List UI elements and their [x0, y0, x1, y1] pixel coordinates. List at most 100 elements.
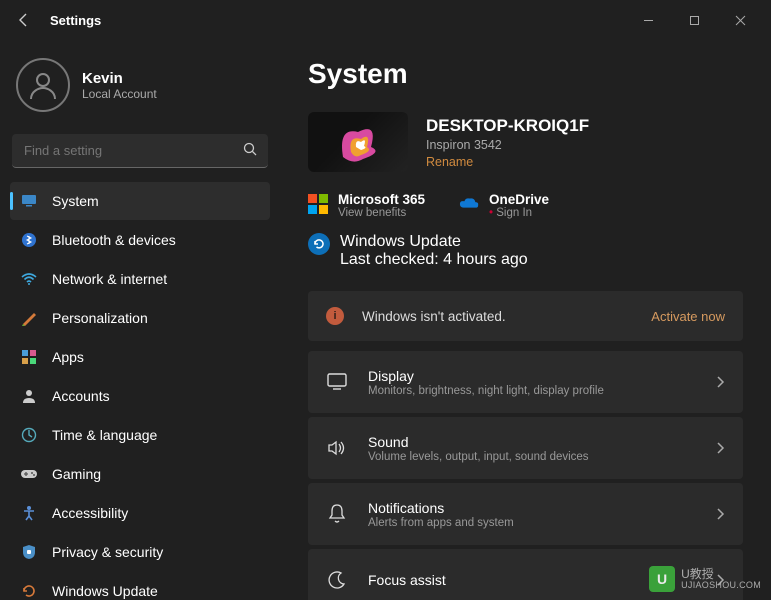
moon-icon — [326, 569, 348, 591]
watermark-logo-icon: U — [649, 566, 675, 592]
maximize-button[interactable] — [671, 4, 717, 36]
sidebar-item-label: Accounts — [52, 388, 110, 404]
sidebar-item-bluetooth[interactable]: Bluetooth & devices — [10, 221, 270, 259]
apps-icon — [20, 348, 38, 366]
minimize-icon — [643, 15, 654, 26]
onedrive-sub: • Sign In — [489, 207, 549, 219]
sidebar-item-label: Windows Update — [52, 583, 158, 599]
avatar — [16, 58, 70, 112]
card-sub: Monitors, brightness, night light, displ… — [368, 385, 604, 397]
watermark-url: UJIAOSHOU.COM — [681, 581, 761, 590]
main-content: System DESKTOP-KROIQ1F Inspiron 3542 Ren… — [280, 40, 771, 600]
bell-icon — [326, 503, 348, 525]
card-display[interactable]: Display Monitors, brightness, night ligh… — [308, 351, 743, 413]
ms365-link[interactable]: Microsoft 365 View benefits — [308, 192, 425, 219]
sound-icon — [326, 437, 348, 459]
sidebar-item-network[interactable]: Network & internet — [10, 260, 270, 298]
sidebar-item-label: Network & internet — [52, 271, 167, 287]
winupdate-sub: Last checked: 4 hours ago — [340, 251, 528, 269]
sidebar-item-accessibility[interactable]: Accessibility — [10, 494, 270, 532]
arrow-left-icon — [16, 12, 32, 28]
device-model: Inspiron 3542 — [426, 138, 589, 152]
minimize-button[interactable] — [625, 4, 671, 36]
sync-icon — [308, 233, 330, 255]
sidebar-item-label: Accessibility — [52, 505, 128, 521]
back-button[interactable] — [8, 4, 40, 36]
windows-update-link[interactable]: Windows Update Last checked: 4 hours ago — [308, 233, 743, 269]
profile-name: Kevin — [82, 70, 157, 87]
device-name: DESKTOP-KROIQ1F — [426, 116, 589, 136]
card-title: Notifications — [368, 500, 514, 516]
paintbrush-icon — [20, 309, 38, 327]
chevron-right-icon — [715, 441, 725, 455]
sidebar-item-label: Apps — [52, 349, 84, 365]
wifi-icon — [20, 270, 38, 288]
maximize-icon — [689, 15, 700, 26]
sidebar-item-privacy[interactable]: Privacy & security — [10, 533, 270, 571]
profile-block[interactable]: Kevin Local Account — [10, 40, 270, 134]
chevron-right-icon — [715, 375, 725, 389]
ms365-sub: View benefits — [338, 207, 425, 219]
sidebar-item-time[interactable]: Time & language — [10, 416, 270, 454]
onedrive-link[interactable]: OneDrive • Sign In — [459, 192, 549, 219]
sidebar-item-label: Gaming — [52, 466, 101, 482]
chevron-right-icon — [715, 507, 725, 521]
sidebar-item-label: Time & language — [52, 427, 157, 443]
close-button[interactable] — [717, 4, 763, 36]
search-box — [12, 134, 268, 168]
monitor-icon — [20, 192, 38, 210]
sidebar: Kevin Local Account System Bluetooth & d… — [0, 40, 280, 600]
rename-link[interactable]: Rename — [426, 155, 589, 169]
onedrive-title: OneDrive — [489, 192, 549, 207]
shield-icon — [20, 543, 38, 561]
card-sub: Alerts from apps and system — [368, 517, 514, 529]
card-title: Focus assist — [368, 572, 446, 588]
banner-text: Windows isn't activated. — [362, 309, 506, 324]
titlebar: Settings — [0, 0, 771, 40]
card-title: Sound — [368, 434, 589, 450]
person-icon — [27, 69, 59, 101]
account-icon — [20, 387, 38, 405]
onedrive-icon — [459, 194, 479, 214]
microsoft-logo-icon — [308, 194, 328, 214]
device-block: DESKTOP-KROIQ1F Inspiron 3542 Rename — [308, 112, 743, 172]
sidebar-item-apps[interactable]: Apps — [10, 338, 270, 376]
activation-banner[interactable]: i Windows isn't activated. Activate now — [308, 291, 743, 341]
search-icon — [243, 142, 258, 157]
watermark-brand: U教授 — [681, 568, 761, 581]
activate-now-link[interactable]: Activate now — [651, 309, 725, 324]
sidebar-item-label: Personalization — [52, 310, 148, 326]
sidebar-item-personalization[interactable]: Personalization — [10, 299, 270, 337]
search-input[interactable] — [12, 134, 268, 168]
accessibility-icon — [20, 504, 38, 522]
card-sound[interactable]: Sound Volume levels, output, input, soun… — [308, 417, 743, 479]
page-title: System — [308, 58, 743, 90]
sidebar-item-label: Privacy & security — [52, 544, 163, 560]
ms365-title: Microsoft 365 — [338, 192, 425, 207]
card-title: Display — [368, 368, 604, 384]
desktop-wallpaper-thumbnail[interactable] — [308, 112, 408, 172]
quick-links: Microsoft 365 View benefits OneDrive • S… — [308, 192, 743, 219]
gamepad-icon — [20, 465, 38, 483]
card-notifications[interactable]: Notifications Alerts from apps and syste… — [308, 483, 743, 545]
sidebar-item-update[interactable]: Windows Update — [10, 572, 270, 600]
watermark: U U教授 UJIAOSHOU.COM — [649, 566, 761, 592]
sidebar-item-system[interactable]: System — [10, 182, 270, 220]
display-icon — [326, 371, 348, 393]
sidebar-item-accounts[interactable]: Accounts — [10, 377, 270, 415]
abstract-bloom-icon — [323, 117, 393, 167]
card-sub: Volume levels, output, input, sound devi… — [368, 451, 589, 463]
sidebar-item-label: Bluetooth & devices — [52, 232, 176, 248]
window-title: Settings — [50, 13, 101, 28]
winupdate-title: Windows Update — [340, 233, 528, 251]
sidebar-item-label: System — [52, 193, 99, 209]
info-warning-icon: i — [326, 307, 344, 325]
nav-list: System Bluetooth & devices Network & int… — [10, 182, 270, 600]
bluetooth-icon — [20, 231, 38, 249]
close-icon — [735, 15, 746, 26]
sidebar-item-gaming[interactable]: Gaming — [10, 455, 270, 493]
update-icon — [20, 582, 38, 600]
window-controls — [625, 4, 763, 36]
globe-clock-icon — [20, 426, 38, 444]
profile-subtitle: Local Account — [82, 87, 157, 101]
